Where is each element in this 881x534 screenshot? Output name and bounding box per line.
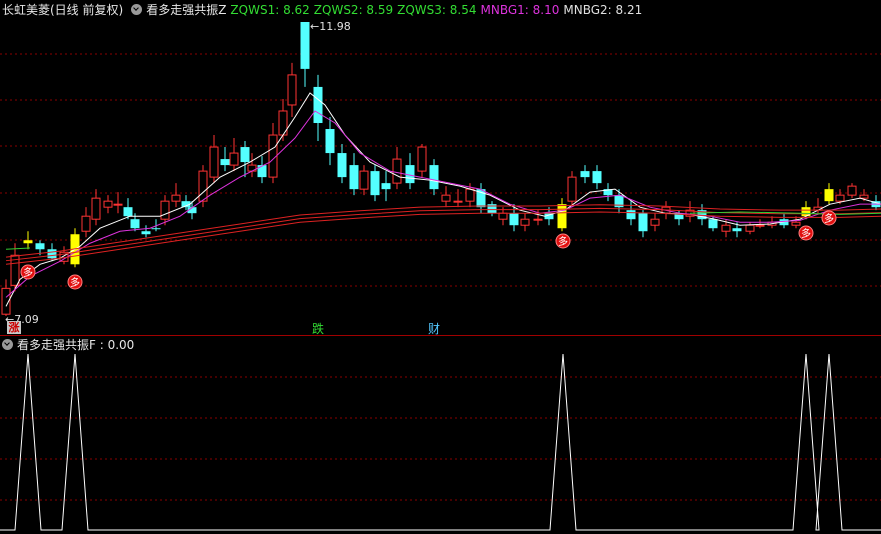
panel-divider <box>0 335 881 336</box>
oscillator-label: 看多走强共振F : 0.00 <box>17 338 135 352</box>
candle-body-up <box>91 197 101 220</box>
candle-body-up <box>520 218 530 226</box>
candle-body-up <box>441 194 451 202</box>
candle-body-down <box>220 159 230 166</box>
candle-body-up <box>755 224 765 227</box>
candle-body-signal <box>23 240 33 244</box>
candle-body-down <box>592 171 602 184</box>
candle-body-up <box>721 224 731 232</box>
candle-body-down <box>35 243 45 250</box>
candle-body-down <box>313 86 323 124</box>
candle-body-up <box>113 203 123 206</box>
high-price-label: ←11.98 <box>310 20 351 33</box>
candle-body-up <box>417 146 427 172</box>
candle-body-up <box>171 194 181 202</box>
candle-body-signal <box>824 189 834 202</box>
candle-body-up <box>160 200 170 220</box>
die-marker: 跌 <box>312 322 325 336</box>
bottom-panel-header: 看多走强共振F : 0.00 <box>2 337 138 353</box>
candle-body-up <box>392 158 402 184</box>
candle-body-up <box>359 170 369 190</box>
candle-body-up <box>453 200 463 203</box>
candle-body-down <box>123 207 133 217</box>
candle-body-down <box>151 228 161 230</box>
candle-body-up <box>835 194 845 202</box>
duo-signal-text: 多 <box>23 266 33 279</box>
candle-body-down <box>626 210 636 220</box>
candle-body-down <box>638 213 648 232</box>
candle-body-down <box>429 165 439 190</box>
candle-body-down <box>300 22 310 69</box>
candle-body-up <box>465 188 475 202</box>
candle-body-up <box>198 170 208 202</box>
price-chart[interactable]: 多多多多多 <box>0 0 881 534</box>
candle-body-down <box>325 129 335 154</box>
candle-body-down <box>370 171 380 196</box>
candle-body-down <box>337 153 347 178</box>
candle-body-down <box>732 228 742 232</box>
candle-body-down <box>381 183 391 190</box>
candle-body-up <box>229 152 239 166</box>
candle-body-up <box>533 218 543 221</box>
duo-signal-text: 多 <box>801 227 811 240</box>
candle-body-signal <box>557 204 567 229</box>
candle-body-up <box>567 176 577 202</box>
oscillator-line <box>0 353 881 531</box>
candle-body-down <box>708 219 718 229</box>
candle-body-up <box>650 218 660 226</box>
candle-body-down <box>141 231 151 235</box>
candle-body-up <box>209 146 219 178</box>
duo-signal-text: 多 <box>70 276 80 289</box>
candle-body-up <box>103 200 113 208</box>
candle-body-up <box>847 185 857 196</box>
cai-marker: 财 <box>428 322 441 336</box>
candle-body-down <box>47 249 57 259</box>
candle-body-down <box>240 147 250 163</box>
candle-body-down <box>130 219 140 229</box>
ma-line-green-start <box>5 247 31 250</box>
ma-line-magenta <box>5 110 881 298</box>
duo-signal-text: 多 <box>558 235 568 248</box>
candle-body-down <box>580 171 590 178</box>
zhang-marker: 涨 <box>7 321 21 334</box>
dropdown-icon[interactable] <box>2 339 13 350</box>
candle-body-up <box>287 74 297 106</box>
candle-body-down <box>349 165 359 190</box>
candle-body-up <box>745 224 755 232</box>
candle-body-down <box>257 165 267 178</box>
candle-body-up <box>81 215 91 232</box>
candle-body-up <box>498 212 508 220</box>
candle-body-up <box>859 194 869 199</box>
duo-signal-text: 多 <box>824 212 834 225</box>
candle-body-down <box>509 213 519 226</box>
candle-body-up <box>791 221 801 226</box>
